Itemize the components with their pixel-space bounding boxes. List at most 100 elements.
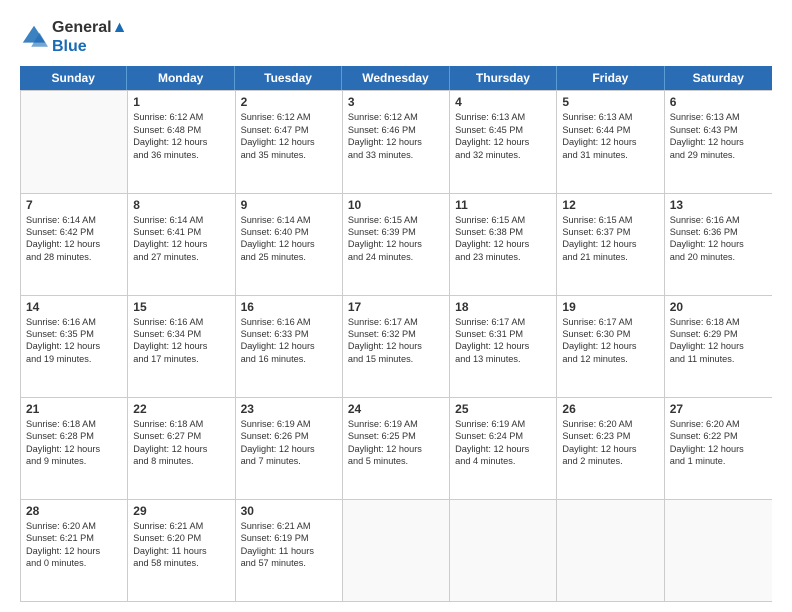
day-info: Sunrise: 6:13 AM Sunset: 6:44 PM Dayligh… — [562, 111, 658, 161]
day-info: Sunrise: 6:14 AM Sunset: 6:41 PM Dayligh… — [133, 214, 229, 264]
day-number: 6 — [670, 95, 767, 109]
calendar-row-3: 14 Sunrise: 6:16 AM Sunset: 6:35 PM Dayli… — [21, 295, 772, 397]
calendar-cell: 15 Sunrise: 6:16 AM Sunset: 6:34 PM Dayli… — [128, 296, 235, 397]
day-number: 16 — [241, 300, 337, 314]
day-info: Sunrise: 6:13 AM Sunset: 6:45 PM Dayligh… — [455, 111, 551, 161]
day-info: Sunrise: 6:16 AM Sunset: 6:34 PM Dayligh… — [133, 316, 229, 366]
logo-line2: Blue — [52, 37, 127, 56]
calendar-cell: 22Sunrise: 6:18 AM Sunset: 6:27 PM Dayli… — [128, 398, 235, 499]
day-info: Sunrise: 6:15 AM Sunset: 6:39 PM Dayligh… — [348, 214, 444, 264]
calendar-cell — [665, 500, 772, 601]
day-info: Sunrise: 6:12 AM Sunset: 6:48 PM Dayligh… — [133, 111, 229, 161]
day-info: Sunrise: 6:21 AM Sunset: 6:19 PM Dayligh… — [241, 520, 337, 570]
day-info: Sunrise: 6:20 AM Sunset: 6:21 PM Dayligh… — [26, 520, 122, 570]
calendar-cell: 21 Sunrise: 6:18 AM Sunset: 6:28 PM Dayli… — [21, 398, 128, 499]
day-info: Sunrise: 6:18 AM Sunset: 6:29 PM Dayligh… — [670, 316, 767, 366]
day-number: 23 — [241, 402, 337, 416]
day-number: 15 — [133, 300, 229, 314]
calendar-row-2: 7 Sunrise: 6:14 AM Sunset: 6:42 PM Daylig… — [21, 193, 772, 295]
day-number: 4 — [455, 95, 551, 109]
day-number: 25 — [455, 402, 551, 416]
calendar-cell: 12Sunrise: 6:15 AM Sunset: 6:37 PM Dayli… — [557, 194, 664, 295]
day-number: 21 — [26, 402, 122, 416]
day-info: Sunrise: 6:15 AM Sunset: 6:37 PM Dayligh… — [562, 214, 658, 264]
day-info: Sunrise: 6:17 AM Sunset: 6:31 PM Dayligh… — [455, 316, 551, 366]
header-day-saturday: Saturday — [665, 66, 772, 90]
calendar-cell: 7 Sunrise: 6:14 AM Sunset: 6:42 PM Daylig… — [21, 194, 128, 295]
header-day-sunday: Sunday — [20, 66, 127, 90]
day-number: 1 — [133, 95, 229, 109]
calendar-cell: 13 Sunrise: 6:16 AM Sunset: 6:36 PM Dayli… — [665, 194, 772, 295]
calendar-cell: 1 Sunrise: 6:12 AM Sunset: 6:48 PM Daylig… — [128, 91, 235, 192]
calendar-cell: 26Sunrise: 6:20 AM Sunset: 6:23 PM Dayli… — [557, 398, 664, 499]
calendar-cell: 9Sunrise: 6:14 AM Sunset: 6:40 PM Daylig… — [236, 194, 343, 295]
calendar-cell: 20Sunrise: 6:18 AM Sunset: 6:29 PM Dayli… — [665, 296, 772, 397]
calendar-cell: 18 Sunrise: 6:17 AM Sunset: 6:31 PM Dayli… — [450, 296, 557, 397]
day-number: 10 — [348, 198, 444, 212]
calendar-cell: 3 Sunrise: 6:12 AM Sunset: 6:46 PM Daylig… — [343, 91, 450, 192]
day-number: 29 — [133, 504, 229, 518]
day-info: Sunrise: 6:12 AM Sunset: 6:47 PM Dayligh… — [241, 111, 337, 161]
day-info: Sunrise: 6:16 AM Sunset: 6:36 PM Dayligh… — [670, 214, 767, 264]
day-info: Sunrise: 6:19 AM Sunset: 6:24 PM Dayligh… — [455, 418, 551, 468]
calendar-cell: 30Sunrise: 6:21 AM Sunset: 6:19 PM Dayli… — [236, 500, 343, 601]
calendar-cell: 19 Sunrise: 6:17 AM Sunset: 6:30 PM Dayli… — [557, 296, 664, 397]
day-number: 14 — [26, 300, 122, 314]
calendar-header: SundayMondayTuesdayWednesdayThursdayFrid… — [20, 66, 772, 90]
calendar-cell: 27 Sunrise: 6:20 AM Sunset: 6:22 PM Dayli… — [665, 398, 772, 499]
logo-icon — [20, 23, 48, 51]
calendar-cell: 23 Sunrise: 6:19 AM Sunset: 6:26 PM Dayli… — [236, 398, 343, 499]
day-number: 28 — [26, 504, 122, 518]
day-info: Sunrise: 6:17 AM Sunset: 6:32 PM Dayligh… — [348, 316, 444, 366]
day-info: Sunrise: 6:15 AM Sunset: 6:38 PM Dayligh… — [455, 214, 551, 264]
calendar-cell: 8 Sunrise: 6:14 AM Sunset: 6:41 PM Daylig… — [128, 194, 235, 295]
header-day-wednesday: Wednesday — [342, 66, 449, 90]
day-info: Sunrise: 6:18 AM Sunset: 6:27 PM Dayligh… — [133, 418, 229, 468]
calendar-cell — [343, 500, 450, 601]
day-info: Sunrise: 6:13 AM Sunset: 6:43 PM Dayligh… — [670, 111, 767, 161]
calendar-cell — [450, 500, 557, 601]
day-number: 27 — [670, 402, 767, 416]
logo: General▲ Blue — [20, 18, 127, 56]
header: General▲ Blue — [20, 18, 772, 56]
calendar: SundayMondayTuesdayWednesdayThursdayFrid… — [20, 66, 772, 602]
day-info: Sunrise: 6:17 AM Sunset: 6:30 PM Dayligh… — [562, 316, 658, 366]
calendar-row-4: 21 Sunrise: 6:18 AM Sunset: 6:28 PM Dayli… — [21, 397, 772, 499]
day-info: Sunrise: 6:16 AM Sunset: 6:35 PM Dayligh… — [26, 316, 122, 366]
calendar-cell: 4 Sunrise: 6:13 AM Sunset: 6:45 PM Daylig… — [450, 91, 557, 192]
day-number: 7 — [26, 198, 122, 212]
header-day-thursday: Thursday — [450, 66, 557, 90]
calendar-cell: 17 Sunrise: 6:17 AM Sunset: 6:32 PM Dayli… — [343, 296, 450, 397]
day-info: Sunrise: 6:18 AM Sunset: 6:28 PM Dayligh… — [26, 418, 122, 468]
day-number: 13 — [670, 198, 767, 212]
day-info: Sunrise: 6:20 AM Sunset: 6:22 PM Dayligh… — [670, 418, 767, 468]
header-day-monday: Monday — [127, 66, 234, 90]
calendar-cell — [557, 500, 664, 601]
day-info: Sunrise: 6:19 AM Sunset: 6:26 PM Dayligh… — [241, 418, 337, 468]
day-number: 17 — [348, 300, 444, 314]
day-number: 19 — [562, 300, 658, 314]
calendar-cell: 5 Sunrise: 6:13 AM Sunset: 6:44 PM Daylig… — [557, 91, 664, 192]
calendar-cell: 6 Sunrise: 6:13 AM Sunset: 6:43 PM Daylig… — [665, 91, 772, 192]
header-day-tuesday: Tuesday — [235, 66, 342, 90]
day-info: Sunrise: 6:14 AM Sunset: 6:40 PM Dayligh… — [241, 214, 337, 264]
calendar-cell: 29Sunrise: 6:21 AM Sunset: 6:20 PM Dayli… — [128, 500, 235, 601]
calendar-cell: 14 Sunrise: 6:16 AM Sunset: 6:35 PM Dayli… — [21, 296, 128, 397]
day-info: Sunrise: 6:20 AM Sunset: 6:23 PM Dayligh… — [562, 418, 658, 468]
day-number: 8 — [133, 198, 229, 212]
calendar-body: 1 Sunrise: 6:12 AM Sunset: 6:48 PM Daylig… — [20, 90, 772, 602]
calendar-cell: 10 Sunrise: 6:15 AM Sunset: 6:39 PM Dayli… — [343, 194, 450, 295]
logo-line1: General▲ — [52, 18, 127, 37]
day-number: 18 — [455, 300, 551, 314]
calendar-row-5: 28 Sunrise: 6:20 AM Sunset: 6:21 PM Dayli… — [21, 499, 772, 601]
day-number: 24 — [348, 402, 444, 416]
day-info: Sunrise: 6:14 AM Sunset: 6:42 PM Dayligh… — [26, 214, 122, 264]
day-info: Sunrise: 6:12 AM Sunset: 6:46 PM Dayligh… — [348, 111, 444, 161]
calendar-cell: 28 Sunrise: 6:20 AM Sunset: 6:21 PM Dayli… — [21, 500, 128, 601]
day-number: 2 — [241, 95, 337, 109]
day-number: 5 — [562, 95, 658, 109]
day-info: Sunrise: 6:19 AM Sunset: 6:25 PM Dayligh… — [348, 418, 444, 468]
page: General▲ Blue SundayMondayTuesdayWednesd… — [0, 0, 792, 612]
day-number: 3 — [348, 95, 444, 109]
calendar-row-1: 1 Sunrise: 6:12 AM Sunset: 6:48 PM Daylig… — [21, 90, 772, 192]
